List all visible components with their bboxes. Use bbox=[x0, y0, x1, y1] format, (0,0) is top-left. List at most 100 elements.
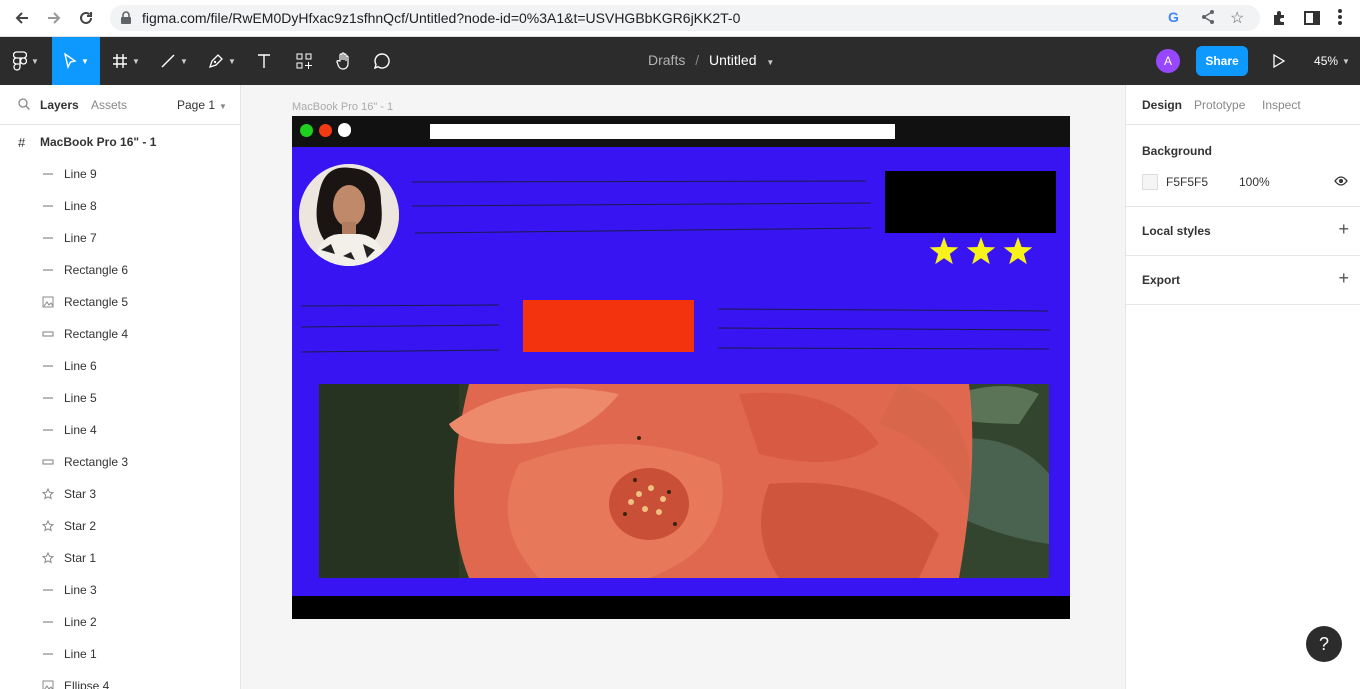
line-layer-icon bbox=[42, 584, 54, 596]
star-layer-icon bbox=[42, 488, 54, 500]
extensions-icon[interactable] bbox=[1271, 9, 1289, 30]
tab-layers[interactable]: Layers bbox=[40, 98, 79, 112]
layer-item[interactable]: Line 3 bbox=[0, 574, 240, 606]
breadcrumb-drafts[interactable]: Drafts bbox=[648, 52, 685, 68]
tab-assets[interactable]: Assets bbox=[91, 98, 127, 112]
text-tool[interactable] bbox=[248, 37, 280, 85]
help-button[interactable]: ? bbox=[1306, 626, 1342, 662]
chevron-down-icon: ▼ bbox=[81, 56, 89, 66]
bookmark-star-icon[interactable]: ☆ bbox=[1230, 8, 1244, 28]
frame-icon bbox=[113, 54, 128, 68]
comment-tool[interactable] bbox=[366, 37, 398, 85]
layer-item[interactable]: Line 5 bbox=[0, 382, 240, 414]
play-icon bbox=[1273, 54, 1285, 68]
image-layer-icon bbox=[42, 296, 54, 308]
background-opacity[interactable]: 100% bbox=[1239, 175, 1270, 189]
canvas[interactable]: MacBook Pro 16" - 1 bbox=[241, 85, 1125, 689]
star-2[interactable] bbox=[966, 237, 996, 265]
figma-logo-icon bbox=[13, 51, 28, 71]
share-button[interactable]: Share bbox=[1196, 46, 1248, 76]
star-3[interactable] bbox=[1003, 237, 1033, 265]
star-layer-icon bbox=[42, 520, 54, 532]
avatar-letter: A bbox=[1163, 54, 1172, 68]
back-icon[interactable] bbox=[10, 6, 34, 30]
chevron-down-icon[interactable]: ▼ bbox=[766, 58, 774, 67]
frame-tool[interactable]: ▼ bbox=[104, 37, 148, 85]
layer-label: Rectangle 4 bbox=[64, 327, 129, 341]
star-1[interactable] bbox=[929, 237, 959, 265]
layer-frame[interactable]: # MacBook Pro 16" - 1 bbox=[0, 126, 240, 158]
line-layer-icon bbox=[42, 264, 54, 276]
export-section: Export + bbox=[1126, 256, 1360, 305]
move-tool[interactable]: ▼ bbox=[52, 37, 100, 85]
layer-label: Line 6 bbox=[64, 359, 97, 373]
file-name[interactable]: Untitled bbox=[709, 52, 756, 68]
frame-hash-icon: # bbox=[18, 134, 26, 150]
black-rectangle[interactable] bbox=[885, 171, 1056, 233]
layer-item[interactable]: Rectangle 3 bbox=[0, 446, 240, 478]
url-text: figma.com/file/RwEM0DyHfxac9z1sfhnQcf/Un… bbox=[142, 10, 741, 26]
resources-tool[interactable] bbox=[288, 37, 320, 85]
layer-item[interactable]: Star 3 bbox=[0, 478, 240, 510]
components-icon bbox=[296, 53, 312, 69]
eye-icon[interactable] bbox=[1334, 175, 1348, 190]
layer-item[interactable]: Line 6 bbox=[0, 350, 240, 382]
line-layer-icon bbox=[42, 168, 54, 180]
mock-footer[interactable] bbox=[292, 596, 1070, 619]
local-styles-title: Local styles bbox=[1142, 224, 1211, 238]
search-icon[interactable] bbox=[18, 98, 30, 113]
layer-item[interactable]: Ellipse 4 bbox=[0, 670, 240, 689]
forward-icon[interactable] bbox=[42, 6, 66, 30]
layer-item[interactable]: Line 1 bbox=[0, 638, 240, 670]
browser-menu-icon[interactable] bbox=[1337, 8, 1343, 29]
frame-label[interactable]: MacBook Pro 16" - 1 bbox=[292, 101, 393, 113]
flower-image[interactable] bbox=[319, 384, 1049, 578]
layer-item[interactable]: Star 1 bbox=[0, 542, 240, 574]
layer-label: Star 1 bbox=[64, 551, 97, 565]
design-frame[interactable] bbox=[292, 116, 1070, 619]
user-avatar[interactable]: A bbox=[1156, 49, 1180, 73]
pen-tool[interactable]: ▼ bbox=[200, 37, 244, 85]
star-layer-icon bbox=[42, 552, 54, 564]
zoom-menu[interactable]: 45% ▼ bbox=[1308, 37, 1356, 85]
background-hex[interactable]: F5F5F5 bbox=[1166, 175, 1208, 189]
layer-item[interactable]: Line 8 bbox=[0, 190, 240, 222]
background-section: Background F5F5F5 100% bbox=[1126, 125, 1360, 207]
present-button[interactable] bbox=[1264, 37, 1294, 85]
layer-label: Line 1 bbox=[64, 647, 97, 661]
layer-label: MacBook Pro 16" - 1 bbox=[40, 135, 157, 149]
rect-layer-icon bbox=[42, 328, 54, 340]
orange-rectangle[interactable] bbox=[523, 300, 694, 352]
chevron-down-icon: ▼ bbox=[228, 56, 236, 66]
background-swatch[interactable] bbox=[1142, 174, 1158, 190]
tab-design[interactable]: Design bbox=[1142, 98, 1182, 112]
hand-icon bbox=[336, 52, 349, 70]
properties-panel: Design Prototype Inspect Background F5F5… bbox=[1125, 85, 1360, 689]
google-icon[interactable]: G bbox=[1168, 9, 1179, 25]
hand-tool[interactable] bbox=[328, 37, 360, 85]
add-export-plus-icon[interactable]: + bbox=[1338, 268, 1349, 289]
add-style-plus-icon[interactable]: + bbox=[1338, 219, 1349, 240]
tab-inspect[interactable]: Inspect bbox=[1262, 98, 1301, 112]
page-selector[interactable]: Page 1 ▼ bbox=[177, 98, 227, 112]
layer-item[interactable]: Line 2 bbox=[0, 606, 240, 638]
layer-item[interactable]: Rectangle 6 bbox=[0, 254, 240, 286]
layer-item[interactable]: Rectangle 4 bbox=[0, 318, 240, 350]
image-layer-icon bbox=[42, 680, 54, 689]
line-layer-icon bbox=[42, 648, 54, 660]
layer-item[interactable]: Star 2 bbox=[0, 510, 240, 542]
reload-icon[interactable] bbox=[74, 6, 98, 30]
layer-item[interactable]: Line 7 bbox=[0, 222, 240, 254]
layer-item[interactable]: Line 4 bbox=[0, 414, 240, 446]
line-layer-icon bbox=[42, 392, 54, 404]
address-bar[interactable]: figma.com/file/RwEM0DyHfxac9z1sfhnQcf/Un… bbox=[110, 5, 1260, 31]
share-page-icon[interactable] bbox=[1200, 9, 1216, 28]
layer-item[interactable]: Rectangle 5 bbox=[0, 286, 240, 318]
figma-menu-button[interactable]: ▼ bbox=[0, 37, 52, 85]
page-selector-label: Page 1 bbox=[177, 98, 216, 112]
side-panel-icon[interactable] bbox=[1303, 9, 1321, 30]
layer-label: Line 5 bbox=[64, 391, 97, 405]
layer-item[interactable]: Line 9 bbox=[0, 158, 240, 190]
line-tool[interactable]: ▼ bbox=[152, 37, 196, 85]
tab-prototype[interactable]: Prototype bbox=[1194, 98, 1245, 112]
